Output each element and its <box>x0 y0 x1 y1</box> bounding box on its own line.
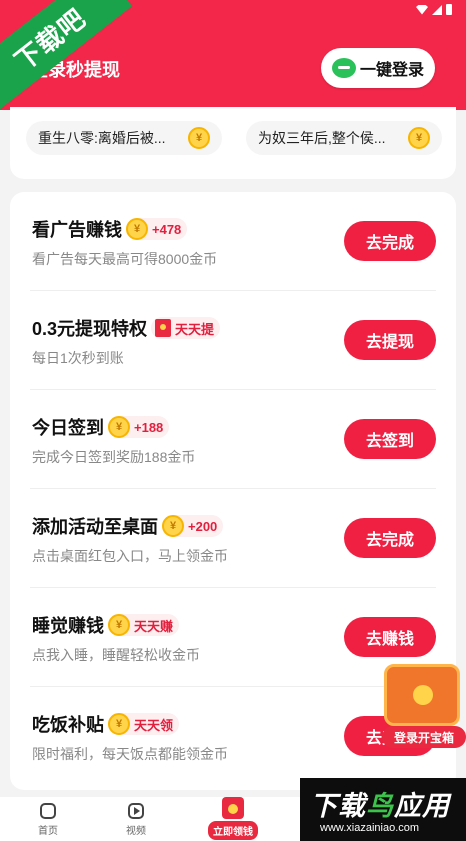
reward-text: 天天领 <box>134 717 174 733</box>
home-icon <box>40 803 56 819</box>
nav-home[interactable]: 首页 <box>18 803 78 837</box>
reward-text: +478 <box>152 221 182 237</box>
wifi-icon <box>416 4 428 15</box>
nav-claim-label: 立即领钱 <box>208 821 258 840</box>
task-item: 今日签到 ¥ +188 完成今日签到奖励188金币 去签到 <box>10 390 456 489</box>
task-action-button[interactable]: 去赚钱 <box>344 617 436 657</box>
play-icon <box>128 803 144 819</box>
nav-video-label: 视频 <box>126 826 146 837</box>
task-description: 点击桌面红包入口，马上领金币 <box>32 548 228 564</box>
signal-icon <box>432 4 442 15</box>
red-envelope-icon <box>155 319 172 337</box>
task-description: 点我入睡，睡醒轻松收金币 <box>32 647 200 663</box>
login-button-label: 一键登录 <box>359 62 424 79</box>
watermark-bottom-right: 下载鸟应用 www.xiazainiao.com <box>300 778 466 841</box>
task-description: 限时福利，每天饭点都能领金币 <box>32 746 228 762</box>
reward-badge: ¥ 天天赚 <box>108 614 180 636</box>
status-bar <box>416 4 452 15</box>
novel-title: 为奴三年后,整个侯... <box>258 130 386 146</box>
one-click-login-button[interactable]: 一键登录 <box>321 48 435 88</box>
coin-icon: ¥ <box>188 127 210 149</box>
battery-icon <box>446 4 452 15</box>
reward-text: +188 <box>134 419 164 435</box>
treasure-chest-icon <box>384 664 460 726</box>
coin-icon: ¥ <box>108 416 130 438</box>
task-description: 看广告每天最高可得8000金币 <box>32 251 218 267</box>
novel-recommend-card: 重生八零:离婚后被... ¥ 为奴三年后,整个侯... ¥ <box>10 107 456 179</box>
watermark-text: 下载 <box>310 791 366 821</box>
novel-chip[interactable]: 重生八零:离婚后被... ¥ <box>26 121 222 155</box>
task-item: 添加活动至桌面 ¥ +200 点击桌面红包入口，马上领金币 去完成 <box>10 489 456 588</box>
reward-badge: ¥ 天天领 <box>108 713 180 735</box>
task-title: 0.3元提现特权 <box>32 319 148 339</box>
watermark-text: 应用 <box>394 791 450 821</box>
watermark-text: 鸟 <box>366 791 394 821</box>
task-action-button[interactable]: 去完成 <box>344 518 436 558</box>
task-description: 每日1次秒到账 <box>32 350 124 366</box>
nav-video[interactable]: 视频 <box>106 803 166 837</box>
coin-icon: ¥ <box>408 127 430 149</box>
task-title: 吃饭补贴 <box>32 715 104 735</box>
task-item: 0.3元提现特权 天天提 每日1次秒到账 去提现 <box>10 291 456 390</box>
nav-home-label: 首页 <box>38 826 58 837</box>
task-action-button[interactable]: 去完成 <box>344 221 436 261</box>
task-title: 添加活动至桌面 <box>32 517 158 537</box>
novel-chip[interactable]: 为奴三年后,整个侯... ¥ <box>246 121 442 155</box>
coin-icon: ¥ <box>108 614 130 636</box>
task-title: 看广告赚钱 <box>32 220 122 240</box>
task-title: 睡觉赚钱 <box>32 616 104 636</box>
treasure-label: 登录开宝箱 <box>382 726 466 748</box>
treasure-chest-button[interactable]: 登录开宝箱 <box>378 660 466 750</box>
task-action-button[interactable]: 去提现 <box>344 320 436 360</box>
wechat-icon <box>331 58 356 78</box>
reward-badge: ¥ +478 <box>126 218 188 240</box>
reward-text: 天天赚 <box>134 618 174 634</box>
task-item: 看广告赚钱 ¥ +478 看广告每天最高可得8000金币 去完成 <box>10 192 456 291</box>
coin-icon: ¥ <box>162 515 184 537</box>
novel-title: 重生八零:离婚后被... <box>38 130 166 146</box>
reward-text: 天天提 <box>175 321 215 337</box>
coin-icon: ¥ <box>126 218 148 240</box>
nav-claim-money[interactable]: 立即领钱 <box>205 797 261 840</box>
watermark-logo: 下载鸟应用 <box>310 784 450 823</box>
task-title: 今日签到 <box>32 418 104 438</box>
red-envelope-icon <box>222 797 244 819</box>
reward-badge: 天天提 <box>151 317 221 339</box>
reward-badge: ¥ +188 <box>108 416 170 438</box>
watermark-url: www.xiazainiao.com <box>320 822 420 834</box>
coin-icon: ¥ <box>108 713 130 735</box>
task-description: 完成今日签到奖励188金币 <box>32 449 196 465</box>
reward-badge: ¥ +200 <box>162 515 224 537</box>
task-action-button[interactable]: 去签到 <box>344 419 436 459</box>
reward-text: +200 <box>188 518 218 534</box>
